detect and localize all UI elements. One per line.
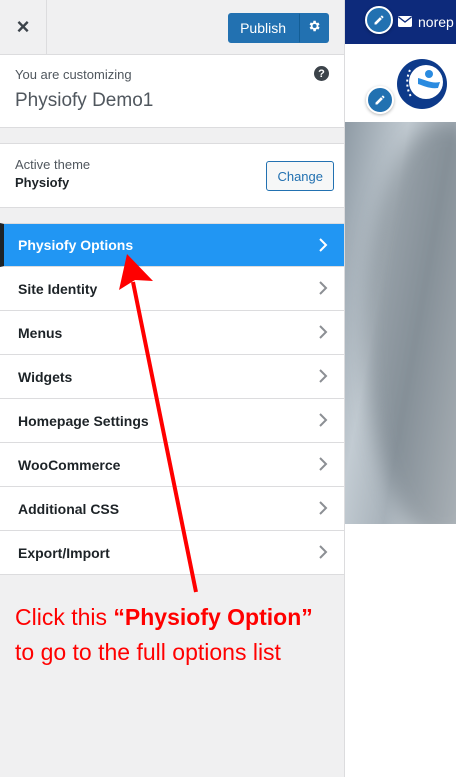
menu-item-label: Export/Import: [18, 544, 110, 561]
chevron-right-icon: [318, 413, 328, 427]
annotation-line2: to go to the full options list: [15, 639, 281, 665]
menu-item-additional-css[interactable]: Additional CSS: [0, 487, 344, 531]
annotation-bold: “Physiofy Option”: [113, 604, 313, 630]
menu-item-physiofy-options[interactable]: Physiofy Options: [0, 223, 344, 267]
pencil-icon[interactable]: [365, 6, 393, 34]
close-button[interactable]: ×: [0, 0, 47, 54]
chevron-right-icon: [318, 325, 328, 339]
help-icon[interactable]: ?: [314, 66, 329, 81]
menu-item-label: Menus: [18, 324, 63, 341]
preview-topbar: norep: [345, 0, 456, 44]
preview-site-header: [345, 44, 456, 122]
chevron-right-icon: [318, 281, 328, 295]
publish-button[interactable]: Publish: [228, 13, 299, 43]
menu-item-label: Widgets: [18, 368, 73, 385]
menu-item-label: WooCommerce: [18, 456, 121, 473]
customizer-menu: Physiofy Options Site Identity Menus Wid…: [0, 223, 344, 575]
menu-item-export-import[interactable]: Export/Import: [0, 531, 344, 575]
menu-item-label: Additional CSS: [18, 500, 120, 517]
customizing-label: You are customizing: [15, 67, 132, 82]
menu-item-label: Physiofy Options: [18, 237, 134, 253]
envelope-icon: [398, 14, 412, 30]
chevron-right-icon: [318, 238, 328, 252]
pencil-icon[interactable]: [366, 86, 394, 114]
site-title: Physiofy Demo1: [15, 90, 154, 111]
menu-item-woocommerce[interactable]: WooCommerce: [0, 443, 344, 487]
menu-item-homepage-settings[interactable]: Homepage Settings: [0, 399, 344, 443]
chevron-right-icon: [318, 545, 328, 559]
gear-icon: [307, 19, 321, 38]
publish-group: Publish: [228, 13, 329, 43]
menu-item-label: Site Identity: [18, 280, 98, 297]
active-theme-section: Active theme Physiofy Change: [0, 143, 344, 208]
menu-item-label: Homepage Settings: [18, 412, 149, 429]
annotation-text: Click this “Physiofy Option” to go to th…: [15, 600, 340, 670]
menu-item-widgets[interactable]: Widgets: [0, 355, 344, 399]
customizer-header: × Publish: [0, 0, 344, 55]
annotation-prefix: Click this: [15, 604, 114, 630]
preview-hero-image: [345, 122, 456, 524]
chevron-right-icon: [318, 501, 328, 515]
site-logo[interactable]: [396, 58, 448, 110]
site-preview: norep: [345, 0, 456, 777]
change-theme-button[interactable]: Change: [266, 161, 334, 191]
publish-settings-button[interactable]: [299, 13, 329, 43]
menu-item-site-identity[interactable]: Site Identity: [0, 267, 344, 311]
customizing-info: You are customizing Physiofy Demo1 ?: [0, 55, 344, 128]
preview-email: norep: [398, 14, 454, 30]
menu-item-menus[interactable]: Menus: [0, 311, 344, 355]
preview-email-text: norep: [418, 14, 454, 30]
chevron-right-icon: [318, 457, 328, 471]
chevron-right-icon: [318, 369, 328, 383]
